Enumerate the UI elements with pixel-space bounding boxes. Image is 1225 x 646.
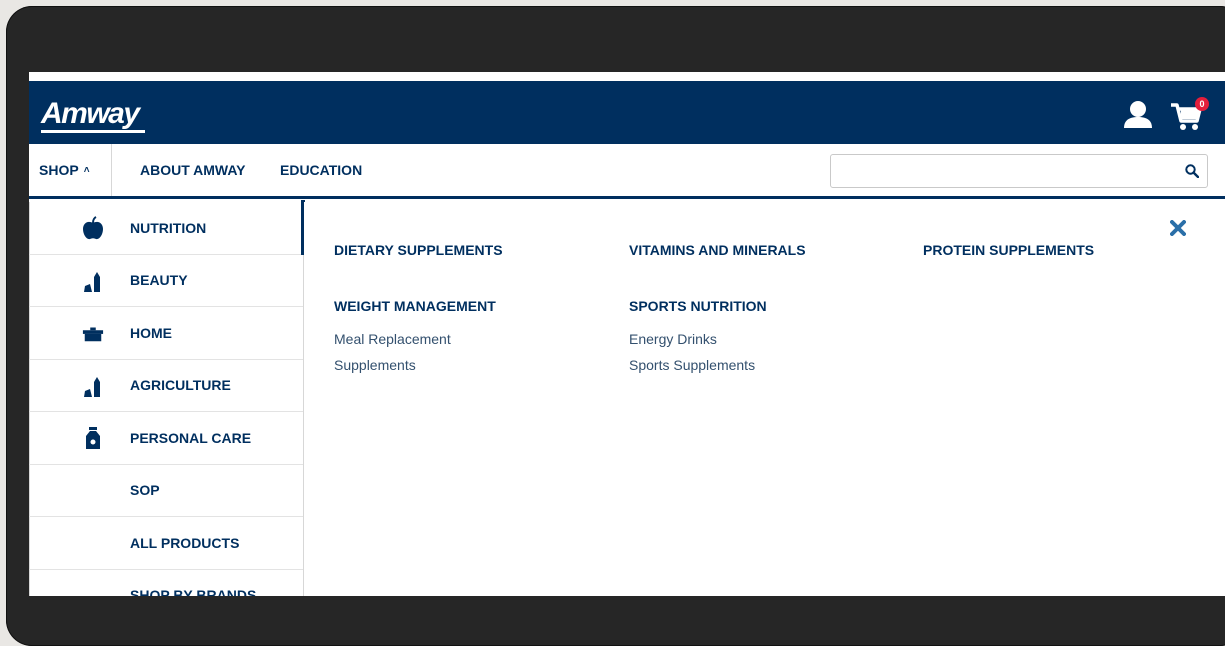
shop-menu-toggle[interactable]: SHOP ˄ [29,144,112,196]
category-shop-by-brands[interactable]: SHOP BY BRANDS [29,569,303,596]
apple-icon [83,216,103,240]
mega-menu-panel: DIETARY SUPPLEMENTS VITAMINS AND MINERAL… [304,202,1225,596]
meal-replacement-link[interactable]: Meal Replacement [334,331,451,347]
amway-logo[interactable]: Amway [41,97,140,131]
weight-management-link[interactable]: WEIGHT MANAGEMENT [334,298,496,314]
category-personal-care[interactable]: PERSONAL CARE [29,412,303,465]
category-sop[interactable]: SOP [29,464,303,517]
main-nav: SHOP ˄ ABOUT AMWAY EDUCATION [29,144,1225,199]
top-header: Amway 0 [29,81,1225,144]
browser-viewport: Amway 0 SHOP ˄ ABOUT AMWAY EDUCATION NUT… [29,72,1225,596]
category-nutrition[interactable]: NUTRITION [29,200,305,255]
nav-about-amway[interactable]: ABOUT AMWAY [140,144,246,196]
shop-label: SHOP [39,162,79,178]
lipstick-icon [84,271,100,292]
user-icon[interactable] [1121,97,1155,131]
category-label: SOP [130,482,160,499]
category-label: PERSONAL CARE [130,429,252,446]
category-home[interactable]: HOME [29,307,303,360]
category-label: NUTRITION [130,219,207,236]
category-sidebar: NUTRITION BEAUTY HOME AGRICULTURE PERSON… [29,200,305,596]
supplements-link[interactable]: Supplements [334,357,416,373]
logo-underline [41,130,145,133]
protein-supplements-link[interactable]: PROTEIN SUPPLEMENTS [923,242,1094,258]
category-agriculture[interactable]: AGRICULTURE [29,359,303,412]
sports-nutrition-link[interactable]: SPORTS NUTRITION [629,298,767,314]
sports-supplements-link[interactable]: Sports Supplements [629,357,755,373]
category-label: BEAUTY [130,272,188,289]
search-input[interactable] [831,155,1181,187]
dietary-supplements-link[interactable]: DIETARY SUPPLEMENTS [334,242,503,258]
search-icon[interactable] [1185,164,1199,178]
chevron-up-icon: ˄ [83,164,90,176]
category-label: HOME [130,324,172,341]
pot-icon [82,327,104,342]
close-icon[interactable] [1170,220,1186,236]
soap-bottle-icon [86,427,100,449]
nav-education[interactable]: EDUCATION [280,144,362,196]
category-all-products[interactable]: ALL PRODUCTS [29,517,303,570]
category-label: ALL PRODUCTS [130,534,240,551]
category-label: AGRICULTURE [130,377,231,394]
category-label: SHOP BY BRANDS [130,587,257,596]
vitamins-minerals-link[interactable]: VITAMINS AND MINERALS [629,242,806,258]
energy-drinks-link[interactable]: Energy Drinks [629,331,717,347]
search-box [830,154,1208,188]
category-beauty[interactable]: BEAUTY [29,254,303,307]
cart-count-badge: 0 [1195,97,1209,111]
lipstick-icon [84,376,100,397]
